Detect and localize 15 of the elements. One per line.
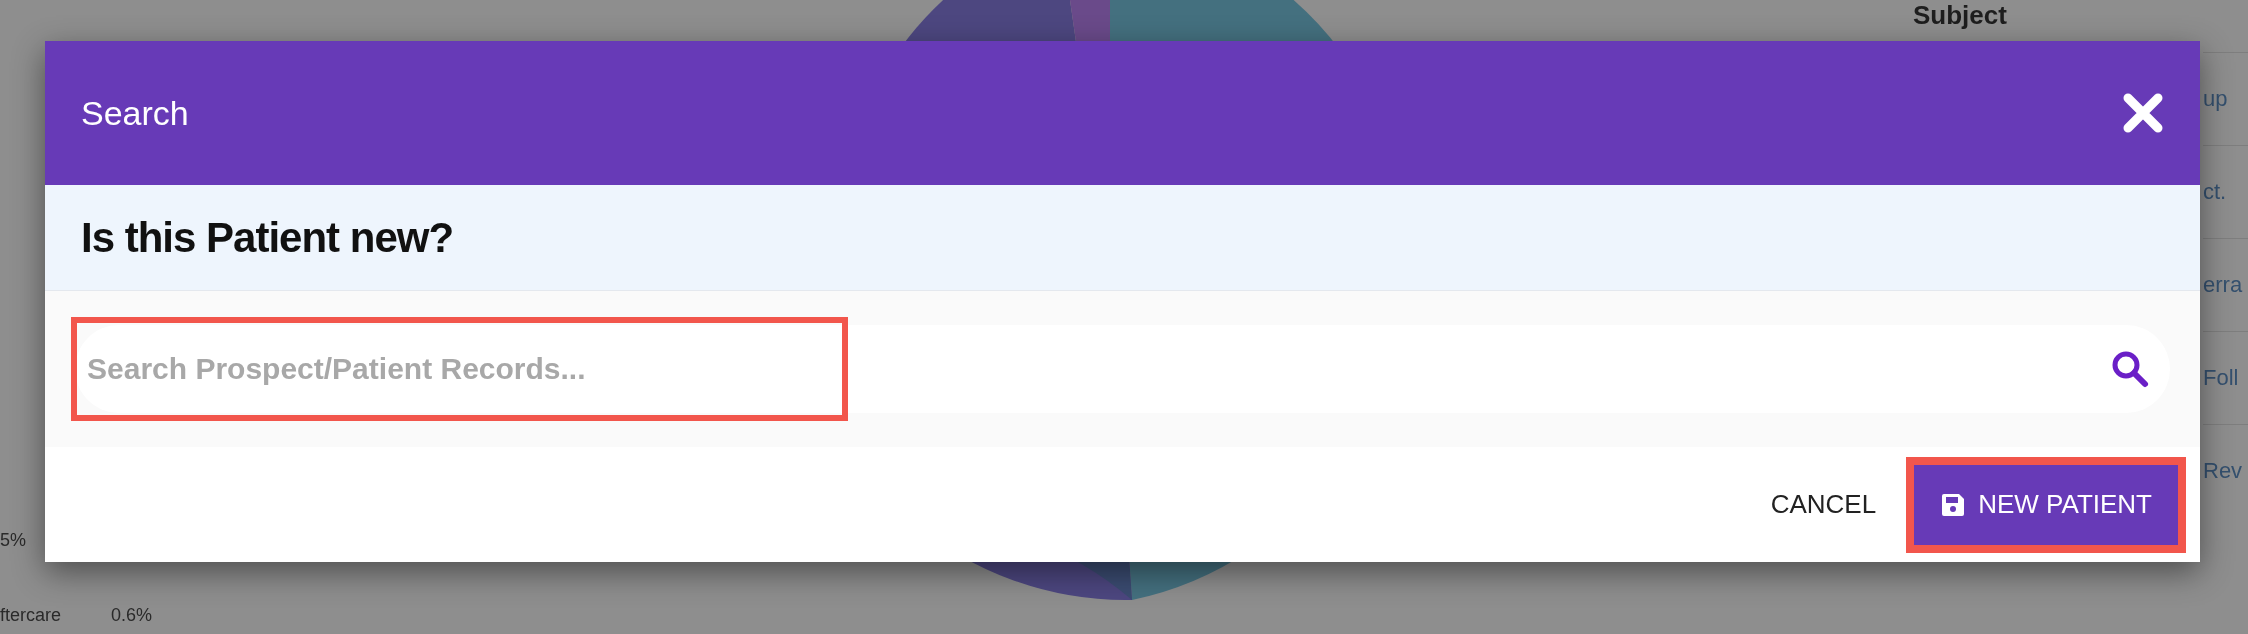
table-cell: erra bbox=[2203, 238, 2248, 331]
search-field[interactable]: Search Prospect/Patient Records... bbox=[75, 325, 2170, 413]
column-header: Subject bbox=[1913, 0, 2007, 31]
legend-value: 0.6% bbox=[111, 605, 153, 626]
close-icon[interactable] bbox=[2122, 92, 2164, 134]
percentage-label: 5% bbox=[0, 530, 26, 551]
cancel-button[interactable]: CANCEL bbox=[1758, 479, 1889, 530]
search-icon[interactable] bbox=[2110, 349, 2150, 389]
table-cell: ct. bbox=[2203, 145, 2248, 238]
table-cell: Foll bbox=[2203, 331, 2248, 424]
table-cell: up bbox=[2203, 52, 2248, 145]
dialog-title: Search bbox=[81, 93, 189, 133]
table-cell: Rev bbox=[2203, 424, 2248, 517]
dialog-heading: Is this Patient new? bbox=[81, 213, 454, 262]
legend-label: ftercare bbox=[0, 605, 62, 626]
